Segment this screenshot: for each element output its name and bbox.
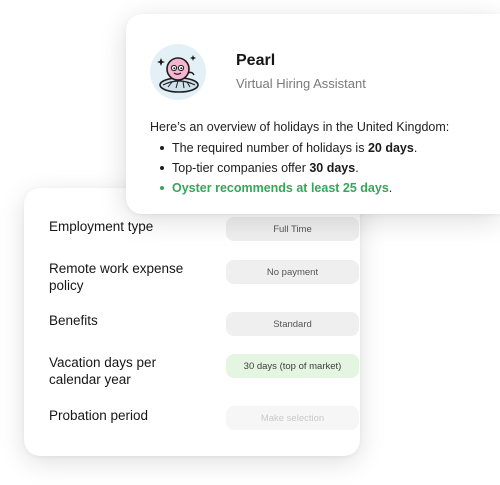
hiring-form-card: Employment type Full Time Remote work ex… <box>24 188 360 456</box>
vacation-days-label: Vacation days per calendar year <box>49 355 157 387</box>
remote-work-expense-select[interactable]: No payment <box>226 260 359 284</box>
list-item: Top-tier companies offer 30 days. <box>160 158 417 178</box>
probation-period-select[interactable]: Make selection <box>226 406 359 430</box>
bullet-text: Oyster recommends at least 25 days <box>172 181 389 195</box>
employment-type-select[interactable]: Full Time <box>226 217 359 241</box>
remote-work-expense-label: Remote work expense policy <box>49 261 184 293</box>
vacation-days-select[interactable]: 30 days (top of market) <box>226 354 359 378</box>
bullet-emphasis: 30 days <box>309 161 356 175</box>
list-item: The required number of holidays is 20 da… <box>160 138 417 158</box>
benefits-select[interactable]: Standard <box>226 312 359 336</box>
pearl-mascot-icon <box>150 44 206 100</box>
bullet-suffix: . <box>355 161 359 175</box>
bullet-text: The required number of holidays is <box>172 141 368 155</box>
bullet-text: Top-tier companies offer <box>172 161 310 175</box>
bullet-suffix: . <box>413 141 418 155</box>
probation-period-label: Probation period <box>49 408 149 423</box>
assistant-name: Pearl <box>236 52 276 69</box>
bullet-suffix: . <box>388 181 393 195</box>
holiday-facts-list: The required number of holidays is 20 da… <box>160 138 417 198</box>
employment-type-label: Employment type <box>49 219 154 234</box>
holiday-overview-intro: Here’s an overview of holidays in the Un… <box>150 120 450 134</box>
assistant-role: Virtual Hiring Assistant <box>236 76 366 91</box>
bullet-emphasis: 20 days <box>367 141 414 155</box>
oyster-recommendation: Oyster recommends at least 25 days. <box>160 178 417 198</box>
benefits-label: Benefits <box>49 313 98 328</box>
assistant-message-card: Pearl Virtual Hiring Assistant Here’s an… <box>126 14 500 214</box>
